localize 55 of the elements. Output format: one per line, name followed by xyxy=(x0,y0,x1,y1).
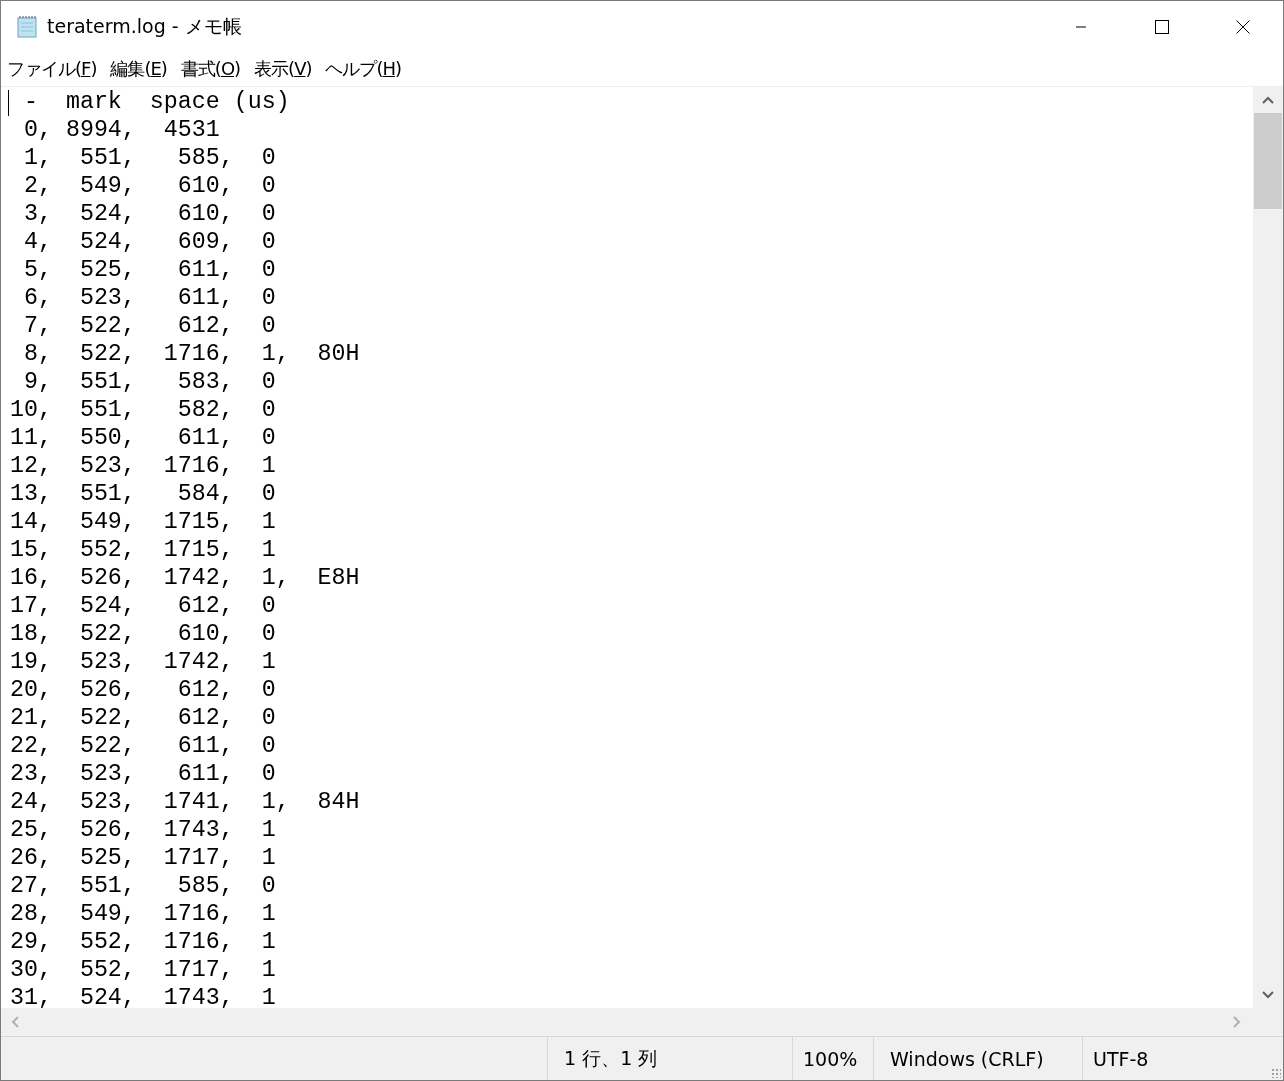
text-line: 10, 551, 582, 0 xyxy=(10,396,276,424)
text-line: 12, 523, 1716, 1 xyxy=(10,452,276,480)
status-text: Windows (CRLF) xyxy=(873,1037,1082,1080)
text-line: 19, 523, 1742, 1 xyxy=(10,648,276,676)
menu-item[interactable]: 表示(V) xyxy=(254,57,312,81)
scroll-left-icon[interactable] xyxy=(11,1016,19,1028)
maximize-icon xyxy=(1154,19,1169,34)
text-line: 17, 524, 612, 0 xyxy=(10,592,276,620)
vertical-scrollbar[interactable] xyxy=(1253,87,1283,1008)
menu-item[interactable]: 編集(E) xyxy=(110,57,167,81)
text-line: 4, 524, 609, 0 xyxy=(22,228,276,256)
text-line: 23, 523, 611, 0 xyxy=(10,760,276,788)
status-text: UTF-8 xyxy=(1082,1037,1283,1080)
text-line: 27, 551, 585, 0 xyxy=(10,872,276,900)
text-line: 14, 549, 1715, 1 xyxy=(10,508,276,536)
text-line: 20, 526, 612, 0 xyxy=(10,676,276,704)
scroll-thumb[interactable] xyxy=(1254,113,1282,209)
text-line: 25, 526, 1743, 1 xyxy=(10,816,276,844)
text-line: 3, 524, 610, 0 xyxy=(22,200,276,228)
text-line: 8, 522, 1716, 1, 80H xyxy=(22,340,360,368)
text-line: 29, 552, 1716, 1 xyxy=(10,928,276,956)
text-line: 7, 522, 612, 0 xyxy=(22,312,276,340)
text-line: 6, 523, 611, 0 xyxy=(22,284,276,312)
notepad-icon xyxy=(15,14,39,39)
text-line: 9, 551, 583, 0 xyxy=(22,368,276,396)
text-line: 0, 8994, 4531 xyxy=(22,116,220,144)
resize-grip-icon[interactable] xyxy=(1271,1068,1281,1078)
text-line: - mark space (us) xyxy=(22,88,290,116)
close-icon xyxy=(1235,19,1250,34)
text-line: 21, 522, 612, 0 xyxy=(10,704,276,732)
text-line: 31, 524, 1743, 1 xyxy=(10,984,276,1008)
text-line: 15, 552, 1715, 1 xyxy=(10,536,276,564)
text-line: 24, 523, 1741, 1, 84H xyxy=(10,788,360,816)
scroll-up-icon[interactable] xyxy=(1262,96,1274,104)
text-line: 22, 522, 611, 0 xyxy=(10,732,276,760)
text-line: 2, 549, 610, 0 xyxy=(22,172,276,200)
status-text: 100% xyxy=(792,1037,873,1080)
status-text: 1 行、1 列 xyxy=(547,1037,792,1080)
scroll-right-icon[interactable] xyxy=(1233,1016,1241,1028)
text-line: 28, 549, 1716, 1 xyxy=(10,900,276,928)
text-line: 5, 525, 611, 0 xyxy=(22,256,276,284)
text-line: 1, 551, 585, 0 xyxy=(22,144,276,172)
menu-item[interactable]: ファイル(F) xyxy=(7,57,97,81)
text-line: 11, 550, 611, 0 xyxy=(10,424,276,452)
menu-item[interactable]: 書式(O) xyxy=(180,57,241,81)
text-line: 18, 522, 610, 0 xyxy=(10,620,276,648)
menu-item[interactable]: ヘルプ(H) xyxy=(325,57,402,81)
scroll-down-icon[interactable] xyxy=(1262,991,1274,999)
text-line: 13, 551, 584, 0 xyxy=(10,480,276,508)
text-line: 26, 525, 1717, 1 xyxy=(10,844,276,872)
text-line: 16, 526, 1742, 1, E8H xyxy=(10,564,360,592)
horizontal-scrollbar[interactable] xyxy=(1,1008,1283,1037)
text-line: 30, 552, 1717, 1 xyxy=(10,956,276,984)
window-title: teraterm.log - メモ帳 xyxy=(47,13,243,39)
text-cursor xyxy=(8,90,9,116)
